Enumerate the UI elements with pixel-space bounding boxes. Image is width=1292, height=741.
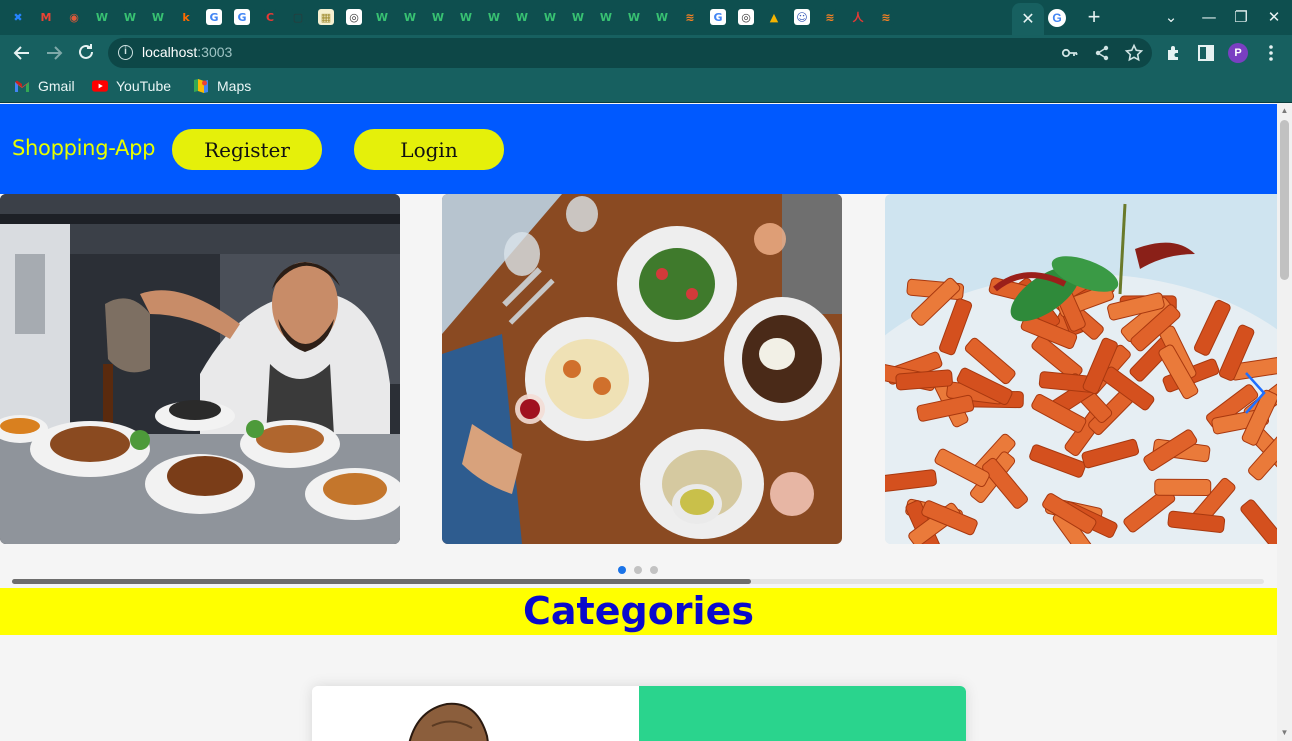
address-bar[interactable]: i localhost:3003 xyxy=(108,38,1152,68)
close-tab-icon[interactable]: ✕ xyxy=(1021,9,1034,29)
page-viewport: Shopping-App Register Login Categories xyxy=(0,104,1277,741)
bookmark-youtube[interactable]: YouTube xyxy=(92,78,171,94)
reload-button[interactable] xyxy=(73,40,99,66)
stackoverflow-icon[interactable]: ≋ xyxy=(878,9,894,25)
w-icon[interactable]: W xyxy=(94,9,110,25)
carousel-dot[interactable] xyxy=(618,566,626,574)
penne-pasta-photo[interactable] xyxy=(885,194,1277,544)
image-carousel xyxy=(0,194,1277,594)
w-icon[interactable]: W xyxy=(402,9,418,25)
penne-piece xyxy=(1154,478,1212,497)
back-button[interactable] xyxy=(9,40,35,66)
share-icon[interactable] xyxy=(1092,43,1112,63)
carousel-dot[interactable] xyxy=(650,566,658,574)
arrow-right-icon xyxy=(47,46,63,60)
tab-search-button[interactable]: ⌄ xyxy=(1159,5,1183,29)
w-icon[interactable]: W xyxy=(626,9,642,25)
carousel-scroll-thumb[interactable] xyxy=(12,579,751,584)
gmail-icon[interactable]: M xyxy=(38,9,54,25)
w-icon[interactable]: W xyxy=(570,9,586,25)
extensions-icon[interactable] xyxy=(1163,42,1185,64)
bookmarks-bar: Gmail YouTube Maps xyxy=(0,71,1292,103)
forward-button[interactable] xyxy=(41,40,67,66)
new-tab-button[interactable]: + xyxy=(1083,5,1105,29)
bookmark-star-icon[interactable] xyxy=(1124,43,1144,63)
figure-icon[interactable]: 人 xyxy=(850,9,866,25)
reload-icon xyxy=(79,44,93,59)
key-icon[interactable] xyxy=(1060,43,1080,63)
w-icon[interactable]: W xyxy=(542,9,558,25)
confluence-icon[interactable]: ✖ xyxy=(10,9,26,25)
profile-photo-icon[interactable]: ☺ xyxy=(794,9,810,25)
categories-title: Categories xyxy=(523,589,754,633)
youtube-icon xyxy=(92,78,108,94)
c-icon[interactable]: C xyxy=(262,9,278,25)
w-icon[interactable]: W xyxy=(654,9,670,25)
w-icon[interactable]: W xyxy=(598,9,614,25)
gmail-icon xyxy=(14,78,30,94)
close-window-button[interactable]: ✕ xyxy=(1262,5,1286,29)
globe-flag-icon[interactable]: ◉ xyxy=(66,9,82,25)
w-icon[interactable]: W xyxy=(430,9,446,25)
category-card-image xyxy=(312,686,639,741)
w-icon[interactable]: W xyxy=(374,9,390,25)
tab-list: ✖ M ◉ W W Wk G G C ▢ ▦ ◎ W W W W W W W W W W W ≋ G ◎ ▲ ☺ ≋ 人 ≋ xyxy=(10,6,906,28)
bookmark-maps[interactable]: Maps xyxy=(193,78,251,94)
minimize-button[interactable]: — xyxy=(1197,5,1221,29)
brand-logo[interactable]: Shopping-App xyxy=(12,136,155,160)
bookmark-gmail[interactable]: Gmail xyxy=(14,78,75,94)
profile-avatar[interactable]: P xyxy=(1228,43,1248,63)
scroll-up-icon[interactable]: ▲ xyxy=(1280,106,1289,116)
page-scroll-thumb[interactable] xyxy=(1280,120,1289,280)
carousel-next-icon[interactable] xyxy=(1240,369,1268,417)
chrome-icon[interactable]: ◎ xyxy=(738,9,754,25)
categories-banner: Categories xyxy=(0,588,1277,635)
login-button[interactable]: Login xyxy=(354,129,504,170)
browser-tab-strip: ✖ M ◉ W W Wk G G C ▢ ▦ ◎ W W W W W W W W W W W ≋ G ◎ ▲ ☺ ≋ 人 ≋ ✕ G + ⌄… xyxy=(0,0,1292,35)
url-host: localhost xyxy=(142,44,198,60)
w-icon[interactable]: W xyxy=(458,9,474,25)
url-text[interactable]: localhost:3003 xyxy=(142,44,232,60)
carousel-scroll-track[interactable] xyxy=(12,579,1264,584)
maps-icon xyxy=(193,78,209,94)
alert-icon[interactable]: ▲ xyxy=(766,9,782,25)
image-icon[interactable]: ▦ xyxy=(318,9,334,25)
stackoverflow-icon[interactable]: ≋ xyxy=(822,9,838,25)
info-icon[interactable]: i xyxy=(118,45,133,60)
page-scrollbar[interactable]: ▲ ▼ xyxy=(1277,104,1292,741)
bookmark-label: Gmail xyxy=(38,78,75,94)
active-tab[interactable]: ✕ xyxy=(1012,3,1044,35)
w-icon[interactable]: W xyxy=(122,9,138,25)
maximize-button[interactable]: ❐ xyxy=(1229,5,1253,29)
chrome-icon[interactable]: ◎ xyxy=(346,9,362,25)
k-icon[interactable]: k xyxy=(178,9,194,25)
restaurant-table-dishes-photo[interactable] xyxy=(442,194,842,544)
google-icon[interactable]: G xyxy=(710,9,726,25)
w-icon[interactable]: W xyxy=(486,9,502,25)
bookmark-label: Maps xyxy=(217,78,252,94)
w-icon[interactable]: W xyxy=(514,9,530,25)
browser-menu-icon[interactable] xyxy=(1260,42,1282,64)
food-illustration-icon xyxy=(408,702,489,741)
dark-tab-icon[interactable]: ▢ xyxy=(290,9,306,25)
browser-toolbar: i localhost:3003 P xyxy=(0,35,1292,71)
category-card-panel xyxy=(639,686,966,741)
arrow-left-icon xyxy=(13,46,29,60)
app-navbar: Shopping-App Register Login xyxy=(0,104,1277,194)
w-icon[interactable]: W xyxy=(150,9,166,25)
carousel-dot[interactable] xyxy=(634,566,642,574)
google-icon[interactable]: G xyxy=(1048,9,1066,27)
side-panel-icon[interactable] xyxy=(1195,42,1217,64)
google-icon[interactable]: G xyxy=(234,9,250,25)
scroll-down-icon[interactable]: ▼ xyxy=(1280,728,1289,738)
category-card[interactable] xyxy=(312,686,966,741)
url-port: :3003 xyxy=(197,44,233,60)
bookmark-label: YouTube xyxy=(116,78,172,94)
stackoverflow-icon[interactable]: ≋ xyxy=(682,9,698,25)
chef-serving-plates-photo[interactable] xyxy=(0,194,400,544)
carousel-dots xyxy=(618,566,658,574)
register-button[interactable]: Register xyxy=(172,129,322,170)
google-icon[interactable]: G xyxy=(206,9,222,25)
